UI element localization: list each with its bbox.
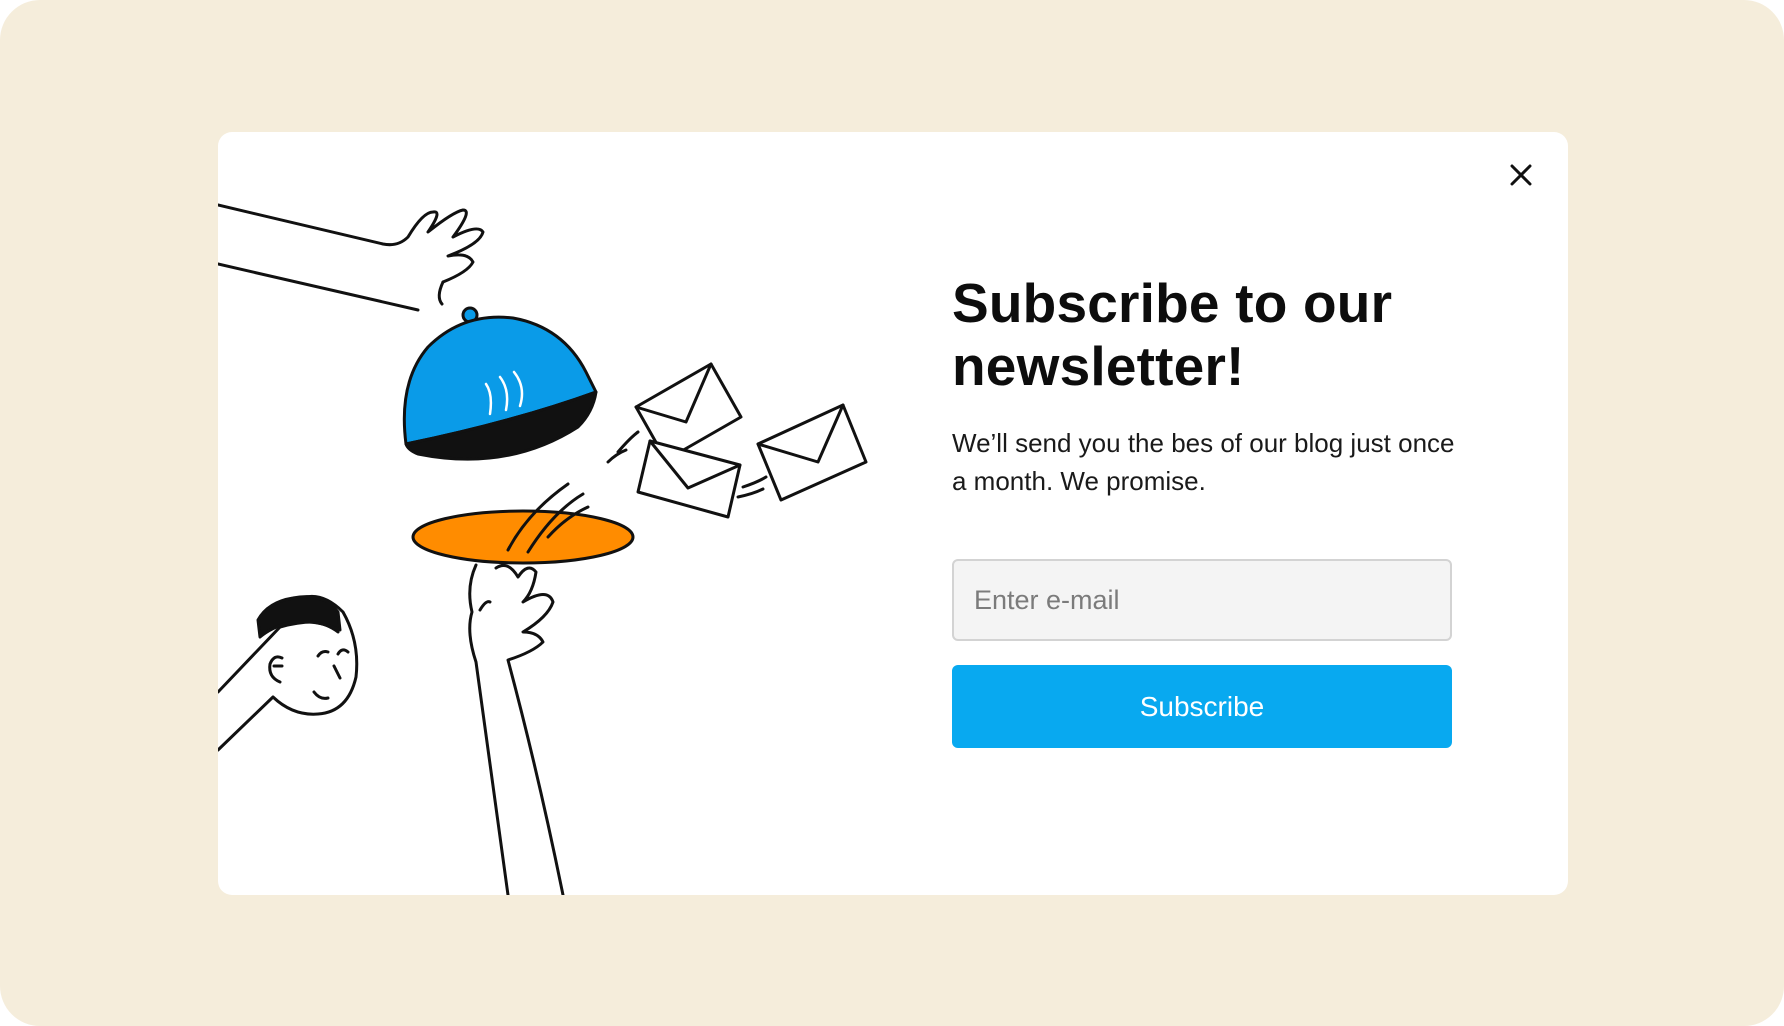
envelope-motion-1 xyxy=(606,430,640,464)
title-line-2: newsletter! xyxy=(952,335,1245,397)
mouth xyxy=(312,690,330,700)
lower-arm-right xyxy=(494,564,565,895)
modal-content: Subscribe to our newsletter! We’ll send y… xyxy=(952,272,1472,500)
title-line-1: Subscribe to our xyxy=(952,272,1393,334)
upper-hand xyxy=(218,203,485,284)
email-input[interactable] xyxy=(952,559,1452,641)
newsletter-modal: Subscribe to our newsletter! We’ll send y… xyxy=(218,132,1568,895)
thumb xyxy=(478,600,492,612)
subscribe-button[interactable]: Subscribe xyxy=(952,665,1452,748)
modal-title: Subscribe to our newsletter! xyxy=(952,272,1472,398)
envelope-3 xyxy=(756,403,868,502)
plate xyxy=(411,509,635,565)
hair-fill xyxy=(256,595,342,639)
newsletter-illustration xyxy=(218,203,868,895)
envelope-motion-2 xyxy=(736,475,768,499)
lower-arm-left xyxy=(468,563,510,895)
ear xyxy=(268,655,284,684)
close-button[interactable] xyxy=(1500,154,1542,196)
envelope-2 xyxy=(636,439,742,519)
close-icon xyxy=(1510,164,1532,186)
page-background: Subscribe to our newsletter! We’ll send y… xyxy=(0,0,1784,1026)
upper-arm-lower-line xyxy=(218,262,420,312)
finger-loop xyxy=(437,280,445,306)
modal-subtitle: We’ll send you the bes of our blog just … xyxy=(952,428,1455,496)
nose xyxy=(332,664,342,680)
eyes xyxy=(316,648,350,658)
